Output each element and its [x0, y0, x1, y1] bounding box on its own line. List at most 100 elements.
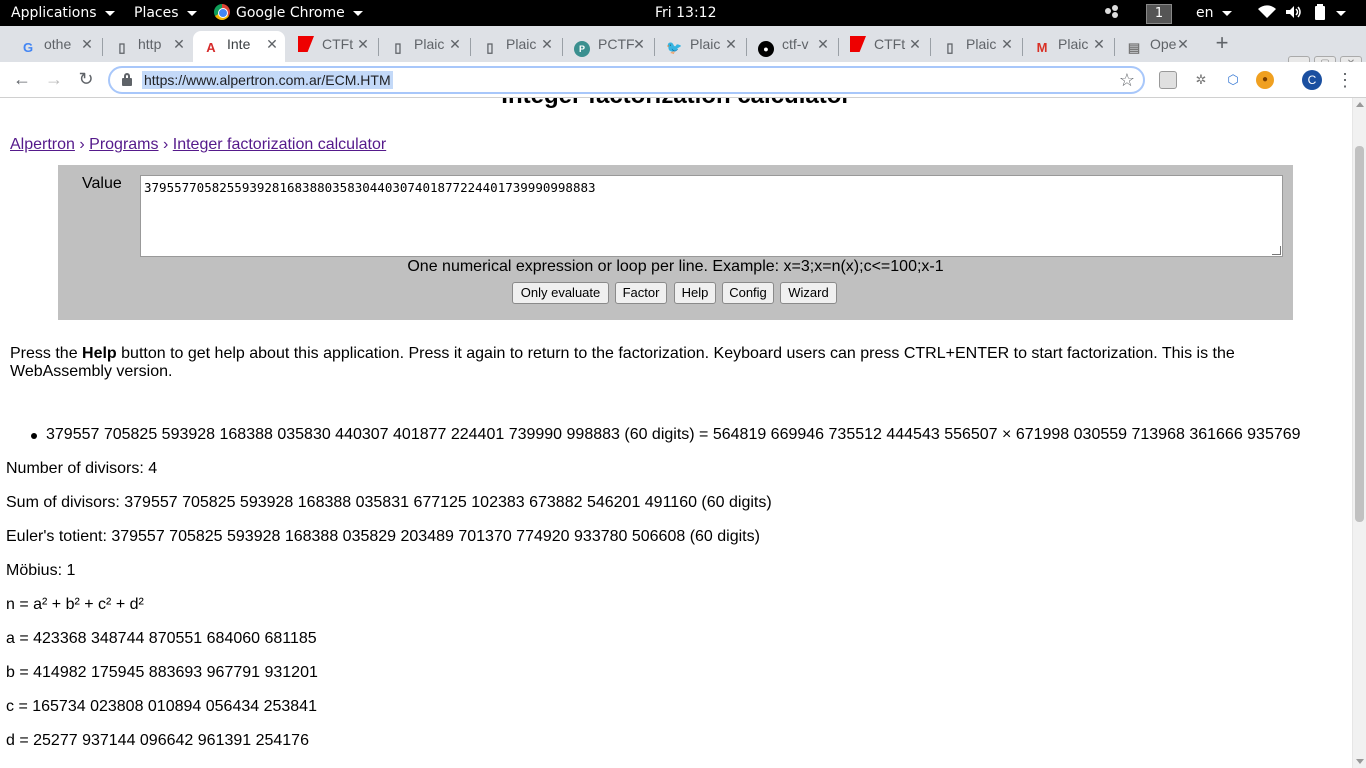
close-icon[interactable]: ✕ [356, 31, 370, 57]
tab[interactable]: Gothe ✕ [10, 31, 100, 62]
help-text-post: button to get help about this applicatio… [10, 345, 1235, 380]
reload-button[interactable]: ↻ [74, 68, 98, 92]
square-a: a = 423368 348744 870551 684060 681185 [6, 630, 317, 647]
twitter-icon: 🐦 [666, 40, 683, 55]
url-text[interactable]: https://www.alpertron.com.ar/ECM.HTM [142, 71, 393, 89]
tab[interactable]: M Plaic ✕ [1024, 31, 1112, 62]
workspace-number: 1 [1146, 4, 1172, 24]
scroll-up-arrow-icon[interactable] [1356, 102, 1364, 107]
tab[interactable]: ▯ Plaic ✕ [380, 31, 468, 62]
close-icon[interactable]: ✕ [724, 31, 738, 57]
tab[interactable]: ▯ http ✕ [104, 31, 192, 62]
breadcrumb-separator: › [162, 136, 169, 153]
wizard-button[interactable]: Wizard [780, 282, 837, 304]
power-menu[interactable] [1336, 0, 1346, 26]
pctf-icon: P [574, 41, 590, 57]
result-line: 379557 705825 593928 168388 035830 44030… [46, 426, 1301, 443]
profile-avatar[interactable]: C [1302, 70, 1322, 90]
back-button[interactable]: ← [10, 68, 34, 92]
page-icon: ▯ [118, 40, 126, 55]
square-b: b = 414982 175945 883693 967791 931201 [6, 664, 318, 681]
help-button[interactable]: Help [674, 282, 716, 304]
applications-menu[interactable]: Applications [11, 0, 115, 26]
tab-separator [930, 38, 931, 56]
star-icon[interactable]: ☆ [1119, 69, 1135, 91]
volume-icon[interactable] [1285, 0, 1303, 26]
close-icon[interactable]: ✕ [265, 31, 279, 57]
settings-icon[interactable] [1103, 0, 1121, 26]
workspace-indicator[interactable]: 1 [1146, 0, 1172, 26]
more-menu-icon[interactable]: ⋮ [1336, 68, 1354, 92]
new-tab-button[interactable]: + [1212, 32, 1232, 56]
tab[interactable]: ● ctf-v ✕ [748, 31, 836, 62]
address-bar[interactable]: https://www.alpertron.com.ar/ECM.HTM ☆ [108, 66, 1145, 94]
config-button[interactable]: Config [722, 282, 774, 304]
resize-handle[interactable] [1272, 246, 1281, 255]
lock-icon [122, 73, 132, 86]
square-c: c = 165734 023808 010894 056434 253841 [6, 698, 317, 715]
close-icon[interactable]: ✕ [1092, 31, 1106, 57]
page-icon: ▯ [486, 40, 494, 55]
scrollbar-thumb[interactable] [1355, 146, 1364, 522]
breadcrumb-current-link[interactable]: Integer factorization calculator [173, 136, 386, 153]
close-icon[interactable]: ✕ [172, 31, 186, 57]
app-menu[interactable]: Google Chrome [214, 0, 363, 26]
only-evaluate-button[interactable]: Only evaluate [512, 282, 609, 304]
value-input[interactable]: 3795577058255939281683880358304403074018… [140, 175, 1283, 257]
close-icon[interactable]: ✕ [1176, 31, 1190, 57]
page-icon: ▯ [946, 40, 954, 55]
google-icon: G [22, 40, 34, 55]
battery-icon[interactable] [1314, 0, 1326, 26]
breadcrumb-programs-link[interactable]: Programs [89, 136, 158, 153]
tab[interactable]: P PCTF ✕ [564, 31, 652, 62]
cookie-icon[interactable]: ● [1256, 71, 1274, 89]
forward-button[interactable]: → [42, 68, 66, 92]
tab-active[interactable]: A Inte ✕ [193, 31, 285, 62]
app-name-label: Google Chrome [236, 5, 345, 21]
chrome-icon [214, 4, 230, 20]
mobius: Möbius: 1 [6, 562, 76, 579]
tab[interactable]: 🐦 Plaic ✕ [656, 31, 744, 62]
places-menu[interactable]: Places [134, 0, 197, 26]
tab-separator [562, 38, 563, 56]
close-icon[interactable]: ✕ [448, 31, 462, 57]
extension-gear-icon[interactable]: ✲ [1192, 71, 1210, 89]
vertical-scrollbar[interactable] [1352, 98, 1366, 768]
close-icon[interactable]: ✕ [816, 31, 830, 57]
close-icon[interactable]: ✕ [908, 31, 922, 57]
page-icon: ▯ [394, 40, 402, 55]
factor-button[interactable]: Factor [615, 282, 667, 304]
ctf-icon [298, 36, 314, 52]
browser-toolbar: ← → ↻ https://www.alpertron.com.ar/ECM.H… [0, 62, 1366, 98]
clock-label: Fri 13:12 [655, 5, 717, 21]
chevron-down-icon [186, 10, 197, 16]
tab[interactable]: CTFt ✕ [840, 31, 928, 62]
applications-label: Applications [11, 5, 97, 21]
language-label: en [1196, 5, 1214, 21]
breadcrumb-home-link[interactable]: Alpertron [10, 136, 75, 153]
clock[interactable]: Fri 13:12 [655, 0, 716, 26]
tab[interactable]: CTFt ✕ [288, 31, 376, 62]
close-icon[interactable]: ✕ [1000, 31, 1014, 57]
square-d: d = 25277 937144 096642 961391 254176 [6, 732, 309, 749]
close-icon[interactable]: ✕ [632, 31, 646, 57]
scroll-down-arrow-icon[interactable] [1356, 759, 1364, 764]
value-label: Value [82, 175, 122, 192]
tab-title: Inte [227, 36, 251, 52]
language-menu[interactable]: en [1196, 0, 1232, 26]
help-text-bold: Help [82, 345, 117, 362]
tab[interactable]: ▯ Plaic ✕ [932, 31, 1020, 62]
tab[interactable]: ▤ Ope ✕ [1116, 31, 1196, 62]
extension-hex-icon[interactable]: ⬡ [1224, 71, 1242, 89]
close-icon[interactable]: ✕ [540, 31, 554, 57]
chevron-down-icon [1221, 10, 1232, 16]
breadcrumb-separator: › [79, 136, 85, 153]
help-paragraph: Press the Help button to get help about … [10, 345, 1280, 381]
wifi-icon[interactable] [1258, 0, 1276, 26]
tab-separator [654, 38, 655, 56]
tab-separator [1114, 38, 1115, 56]
breadcrumb: Alpertron › Programs › Integer factoriza… [10, 136, 386, 154]
tab[interactable]: ▯ Plaic ✕ [472, 31, 560, 62]
extension-icon[interactable] [1159, 71, 1177, 89]
close-icon[interactable]: ✕ [80, 31, 94, 57]
